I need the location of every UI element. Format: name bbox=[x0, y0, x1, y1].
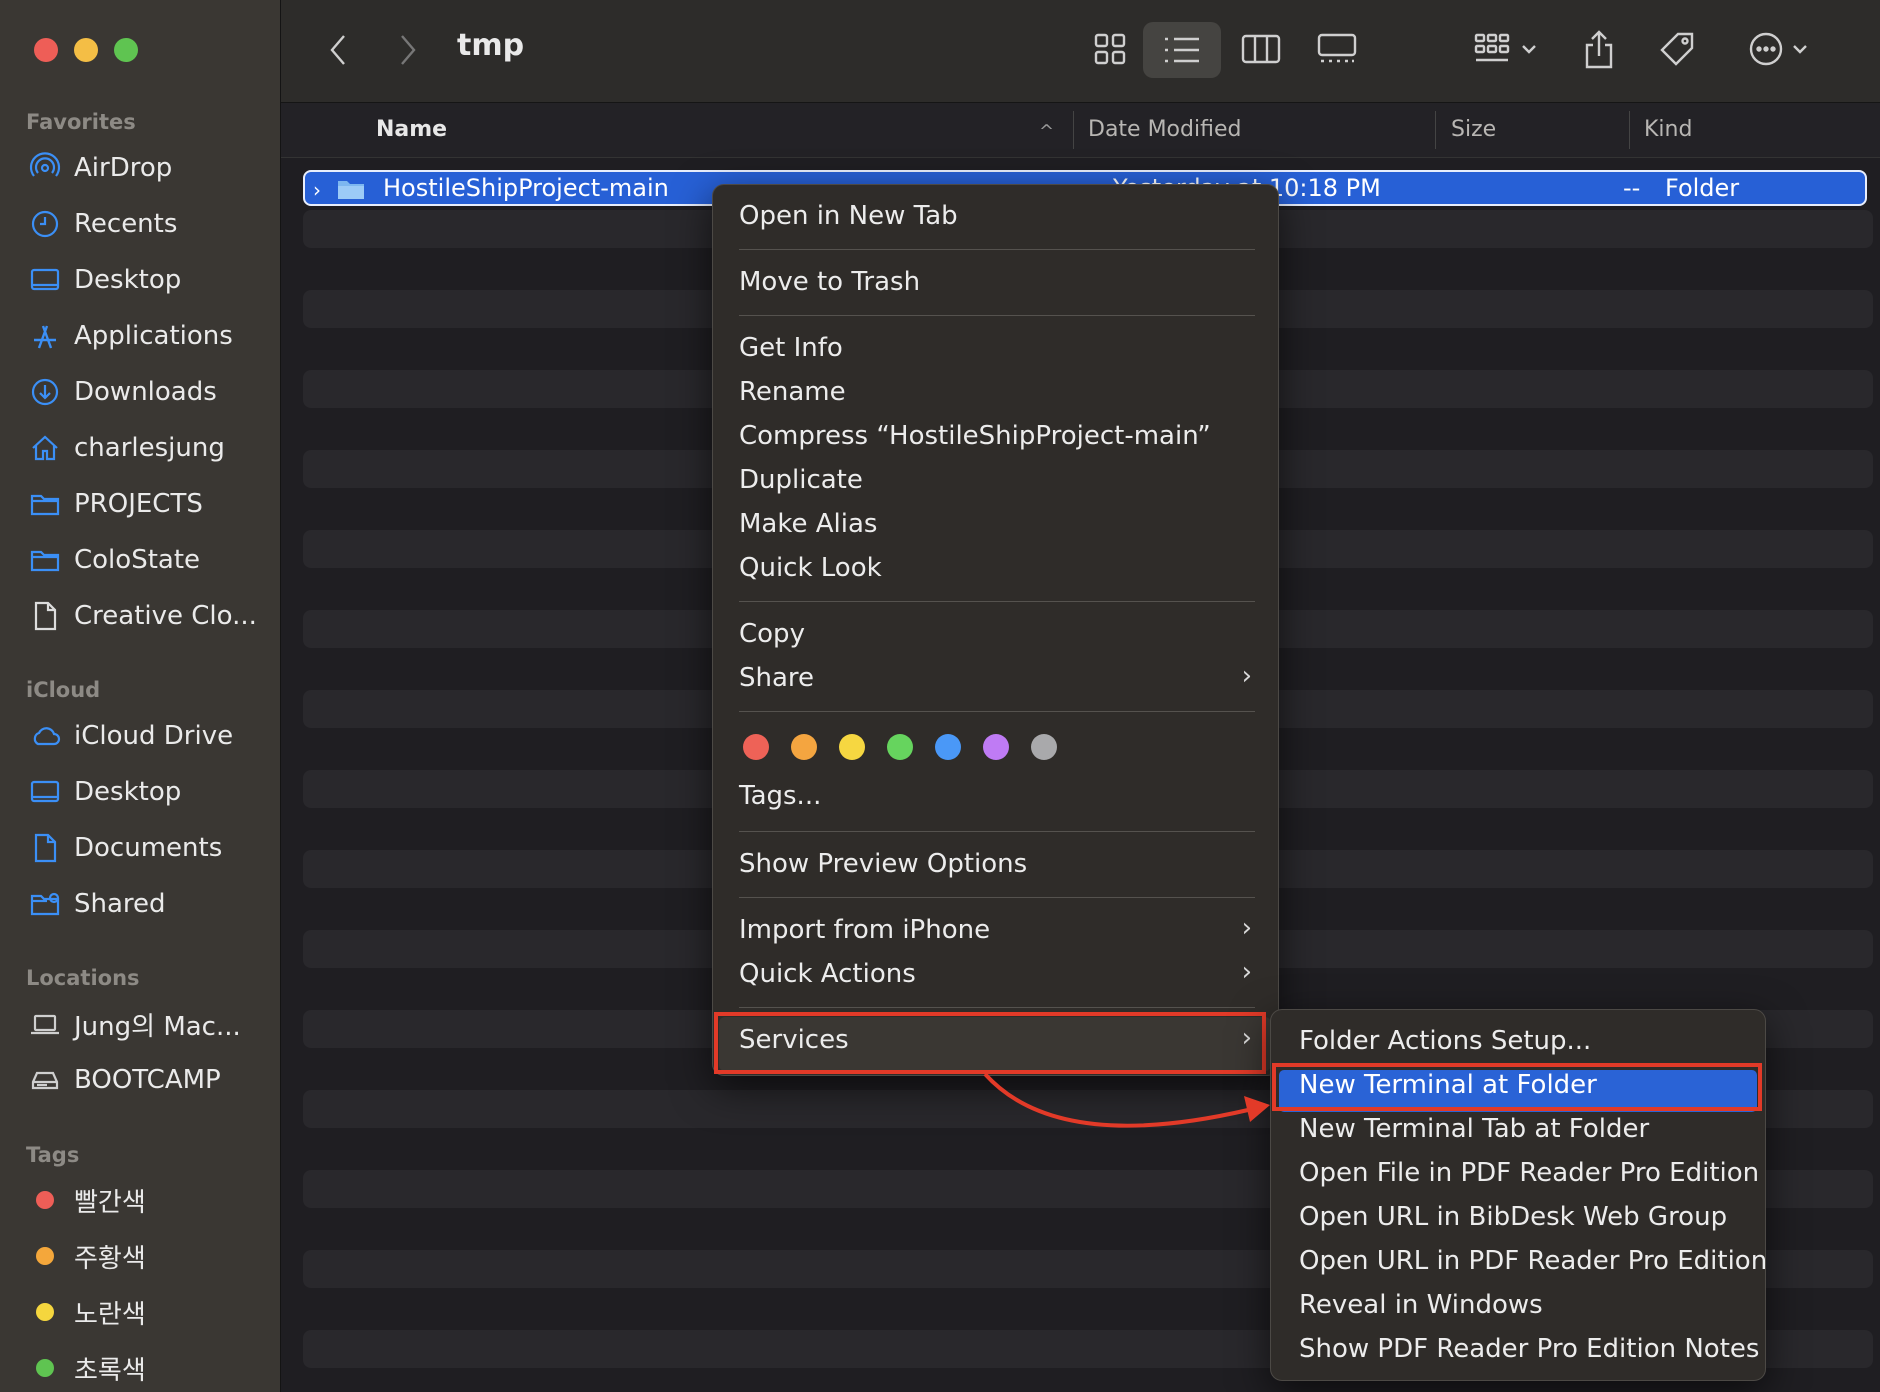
finder-window: Favorites AirDrop Recents Desktop Applic… bbox=[0, 0, 1880, 1392]
annotation-arrow-icon bbox=[983, 1072, 1270, 1128]
